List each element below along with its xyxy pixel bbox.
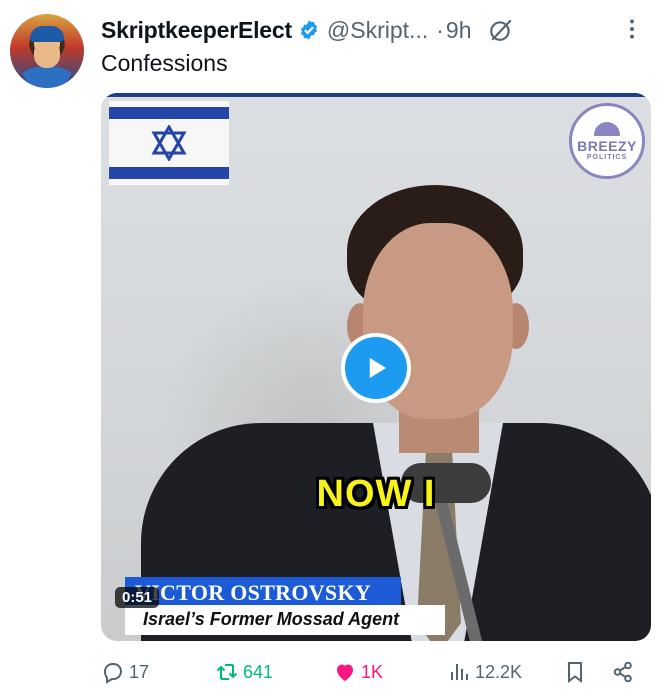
tweet-text: Confessions — [101, 50, 228, 76]
author-display-name[interactable]: SkriptkeeperElect — [101, 17, 292, 44]
views-chart-icon — [451, 664, 468, 680]
avatar-cap — [30, 26, 64, 42]
author-handle[interactable]: @Skript... — [327, 17, 428, 44]
reply-icon — [103, 663, 123, 684]
like-count: 1K — [361, 661, 384, 682]
bookmark-icon — [568, 662, 582, 683]
separator-dot: · — [436, 16, 444, 43]
video-caption-overlay: NOW I — [316, 473, 436, 515]
like-button[interactable]: 1K — [333, 660, 383, 684]
video-player[interactable]: BREEZY POLITICS NOW I VICTOR OSTROVSKY I… — [101, 93, 651, 641]
heart-filled-icon — [337, 664, 353, 681]
more-options-icon[interactable] — [619, 16, 645, 42]
retweet-button[interactable]: 641 — [215, 660, 273, 684]
grok-icon[interactable] — [488, 17, 514, 43]
avatar-face — [34, 40, 60, 68]
speaker-name: VICTOR OSTROVSKY — [135, 580, 372, 605]
views-button[interactable]: 12.2K — [447, 660, 522, 684]
tweet-actions-bar: 17 641 1K 12.2K — [101, 656, 651, 692]
author-avatar[interactable] — [10, 14, 84, 88]
retweet-icon — [216, 664, 238, 680]
video-duration: 0:51 — [115, 587, 160, 608]
retweet-count: 641 — [243, 661, 274, 682]
share-icon — [613, 661, 632, 683]
bookmark-button[interactable] — [563, 660, 587, 684]
tweet-header: SkriptkeeperElect @Skript... · 9h — [101, 14, 645, 46]
reply-count: 17 — [129, 661, 150, 682]
reply-button[interactable]: 17 — [101, 660, 149, 684]
verified-badge-icon — [300, 20, 317, 40]
play-button[interactable] — [341, 333, 411, 403]
tweet-timestamp[interactable]: 9h — [446, 17, 472, 44]
play-icon — [369, 358, 386, 378]
lower-third: VICTOR OSTROVSKY Israel’s Former Mossad … — [101, 577, 651, 641]
speaker-title: Israel’s Former Mossad Agent — [143, 609, 400, 629]
avatar-shirt — [18, 66, 76, 88]
view-count: 12.2K — [475, 661, 523, 682]
share-button[interactable] — [611, 660, 635, 684]
